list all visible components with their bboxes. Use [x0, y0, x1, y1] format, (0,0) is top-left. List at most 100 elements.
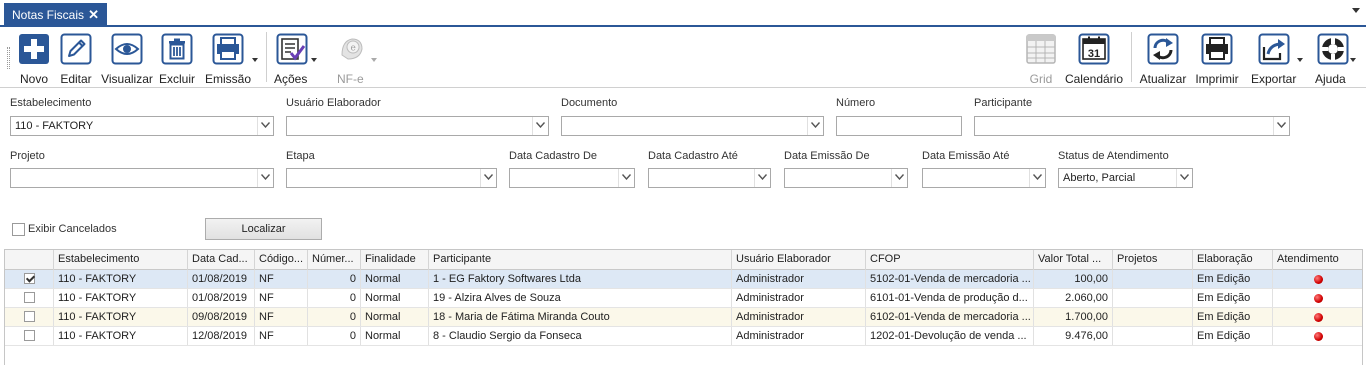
print-button-label: Imprimir [1195, 72, 1239, 86]
emission-button-label: Emissão [205, 72, 252, 86]
documento-label: Documento [561, 97, 618, 109]
cell-estabelecimento: 110 - FAKTORY [54, 270, 188, 288]
cell-cfop: 1202-01-Devolução de venda ... [866, 327, 1034, 345]
data-cadastro-de-picker[interactable] [509, 168, 635, 188]
cell-usuario: Administrador [732, 308, 866, 326]
delete-button[interactable]: Excluir [158, 30, 196, 86]
edit-button[interactable]: Editar [58, 30, 94, 86]
calendar-button[interactable]: 31 Calendário [1064, 30, 1124, 86]
nfe-button[interactable]: e NF-e [333, 30, 379, 86]
projeto-combo[interactable] [10, 168, 274, 188]
row-checkbox[interactable] [24, 292, 35, 303]
help-button[interactable]: Ajuda [1312, 30, 1358, 86]
table-row[interactable]: 110 - FAKTORY 01/08/2019 NF 0 Normal 19 … [5, 289, 1362, 308]
cell-estabelecimento: 110 - FAKTORY [54, 308, 188, 326]
cell-finalidade: Normal [361, 308, 429, 326]
chevron-down-icon[interactable] [1176, 169, 1192, 187]
col-finalidade[interactable]: Finalidade [361, 250, 429, 270]
exibir-cancelados-checkbox[interactable] [12, 223, 25, 236]
refresh-button[interactable]: Atualizar [1138, 30, 1188, 86]
documento-combo[interactable] [561, 116, 824, 136]
table-row[interactable]: 110 - FAKTORY 12/08/2019 NF 0 Normal 8 -… [5, 327, 1362, 346]
cell-atendimento [1273, 270, 1362, 288]
row-checkbox[interactable] [24, 330, 35, 341]
actions-button[interactable]: Ações [272, 30, 320, 86]
tab-notas-fiscais[interactable]: Notas Fiscais ✕ [4, 3, 107, 27]
grid-icon [1026, 34, 1056, 64]
cell-participante: 18 - Maria de Fátima Miranda Couto [429, 308, 732, 326]
grid-header: Estabelecimento Data Cad... Código... Nú… [5, 250, 1362, 270]
status-red-dot-icon [1314, 275, 1323, 284]
cell-codigo: NF [255, 308, 308, 326]
help-icon [1317, 33, 1349, 65]
col-atendimento[interactable]: Atendimento [1273, 250, 1362, 270]
row-select-cell [5, 308, 54, 326]
print-button[interactable]: Imprimir [1193, 30, 1241, 86]
cell-valor: 9.476,00 [1034, 327, 1113, 345]
actions-dropdown-icon[interactable] [311, 58, 317, 62]
col-usuario-elaborador[interactable]: Usuário Elaborador [732, 250, 866, 270]
chevron-down-icon[interactable] [532, 117, 548, 135]
col-codigo[interactable]: Código... [255, 250, 308, 270]
col-projetos[interactable]: Projetos [1113, 250, 1193, 270]
etapa-label: Etapa [286, 150, 315, 162]
col-cfop[interactable]: CFOP [866, 250, 1034, 270]
table-row[interactable]: 110 - FAKTORY 01/08/2019 NF 0 Normal 1 -… [5, 270, 1362, 289]
toolbar-grip[interactable] [7, 47, 10, 69]
col-estabelecimento[interactable]: Estabelecimento [54, 250, 188, 270]
cell-numero: 0 [308, 308, 361, 326]
pencil-icon [60, 33, 92, 65]
row-checkbox[interactable] [24, 311, 35, 322]
chevron-down-icon[interactable] [891, 169, 907, 187]
col-numero[interactable]: Númer... [308, 250, 361, 270]
row-checkbox[interactable] [24, 273, 35, 284]
nfe-dropdown-icon[interactable] [371, 58, 377, 62]
data-emissao-ate-picker[interactable] [922, 168, 1046, 188]
close-icon[interactable]: ✕ [88, 7, 99, 23]
cell-usuario: Administrador [732, 327, 866, 345]
refresh-icon [1147, 33, 1179, 65]
cell-atendimento [1273, 289, 1362, 307]
data-cadastro-ate-picker[interactable] [648, 168, 771, 188]
chevron-down-icon[interactable] [1273, 117, 1289, 135]
chevron-down-icon[interactable] [1029, 169, 1045, 187]
chevron-down-icon[interactable] [257, 117, 273, 135]
cell-usuario: Administrador [732, 270, 866, 288]
cell-cfop: 6101-01-Venda de produção d... [866, 289, 1034, 307]
new-button[interactable]: Novo [16, 30, 52, 86]
grid-button[interactable]: Grid [1024, 30, 1058, 86]
chevron-down-icon[interactable] [480, 169, 496, 187]
estabelecimento-combo[interactable]: 110 - FAKTORY [10, 116, 274, 136]
cell-codigo: NF [255, 327, 308, 345]
nfe-button-label: NF-e [337, 72, 364, 86]
data-emissao-ate-label: Data Emissão Até [922, 150, 1010, 162]
emission-dropdown-icon[interactable] [252, 58, 258, 62]
chevron-down-icon[interactable] [257, 169, 273, 187]
toolbar-separator [266, 32, 267, 82]
export-dropdown-icon[interactable] [1297, 58, 1303, 62]
cell-participante: 8 - Claudio Sergio da Fonseca [429, 327, 732, 345]
chevron-down-icon[interactable] [807, 117, 823, 135]
col-participante[interactable]: Participante [429, 250, 732, 270]
numero-input[interactable] [836, 116, 962, 136]
cell-valor: 100,00 [1034, 270, 1113, 288]
col-valor-total[interactable]: Valor Total ... [1034, 250, 1113, 270]
col-select[interactable] [5, 250, 54, 270]
view-button[interactable]: Visualizar [101, 30, 153, 86]
usuario-elaborador-combo[interactable] [286, 116, 549, 136]
participante-combo[interactable] [974, 116, 1290, 136]
chevron-down-icon[interactable] [618, 169, 634, 187]
tab-menu-chevron-icon[interactable] [1352, 8, 1360, 13]
col-elaboracao[interactable]: Elaboração [1193, 250, 1273, 270]
emission-button[interactable]: Emissão [204, 30, 260, 86]
help-dropdown-icon[interactable] [1350, 58, 1356, 62]
chevron-down-icon[interactable] [754, 169, 770, 187]
data-cadastro-ate-label: Data Cadastro Até [648, 150, 738, 162]
etapa-combo[interactable] [286, 168, 497, 188]
export-button[interactable]: Exportar [1249, 30, 1307, 86]
status-atendimento-combo[interactable]: Aberto, Parcial [1058, 168, 1193, 188]
col-data-cadastro[interactable]: Data Cad... [188, 250, 255, 270]
data-emissao-de-picker[interactable] [784, 168, 908, 188]
localizar-button[interactable]: Localizar [205, 218, 322, 240]
table-row[interactable]: 110 - FAKTORY 09/08/2019 NF 0 Normal 18 … [5, 308, 1362, 327]
